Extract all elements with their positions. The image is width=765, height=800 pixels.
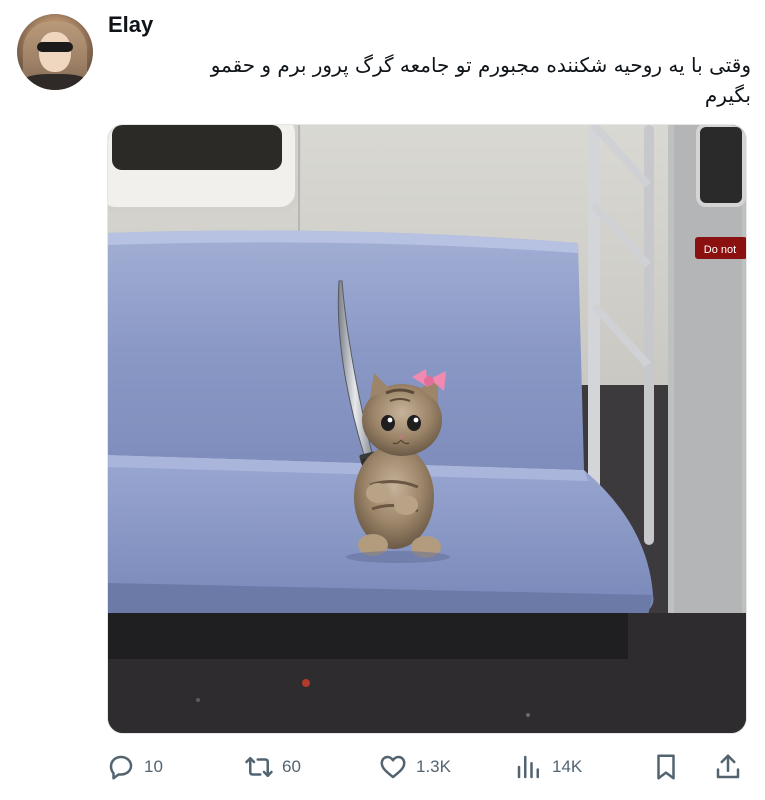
tweet-media-photo[interactable]: Do not xyxy=(107,124,747,734)
tweet-text: وقتی با یه روحیه شکننده مجبورم تو جامعه … xyxy=(210,53,751,107)
bookmark-button[interactable] xyxy=(651,750,681,784)
author-avatar[interactable] xyxy=(17,14,93,90)
share-button[interactable] xyxy=(713,750,743,784)
like-count: 1.3K xyxy=(416,757,451,776)
retweet-count: 60 xyxy=(282,757,301,776)
views-icon xyxy=(517,755,539,779)
retweet-button[interactable]: 60 xyxy=(244,750,301,784)
author-name[interactable]: Elay xyxy=(108,12,153,38)
reply-count: 10 xyxy=(144,757,163,776)
views-button[interactable]: 14K xyxy=(514,750,582,784)
avatar-face xyxy=(39,32,71,72)
views-count: 14K xyxy=(552,757,583,776)
kitten-with-sword-photo: Do not xyxy=(108,125,746,733)
avatar-shoulder xyxy=(17,74,93,90)
reply-icon xyxy=(109,755,133,780)
avatar-sunglasses xyxy=(37,42,73,52)
retweet-icon xyxy=(245,757,273,777)
tweet-actions-bar: 10 60 1.3K 14K xyxy=(0,744,765,790)
reply-button[interactable]: 10 xyxy=(106,750,163,784)
door-sign-text: Do not xyxy=(704,244,736,256)
share-icon xyxy=(716,754,740,779)
bookmark-icon xyxy=(657,754,675,780)
heart-icon xyxy=(380,755,406,779)
like-button[interactable]: 1.3K xyxy=(378,750,451,784)
